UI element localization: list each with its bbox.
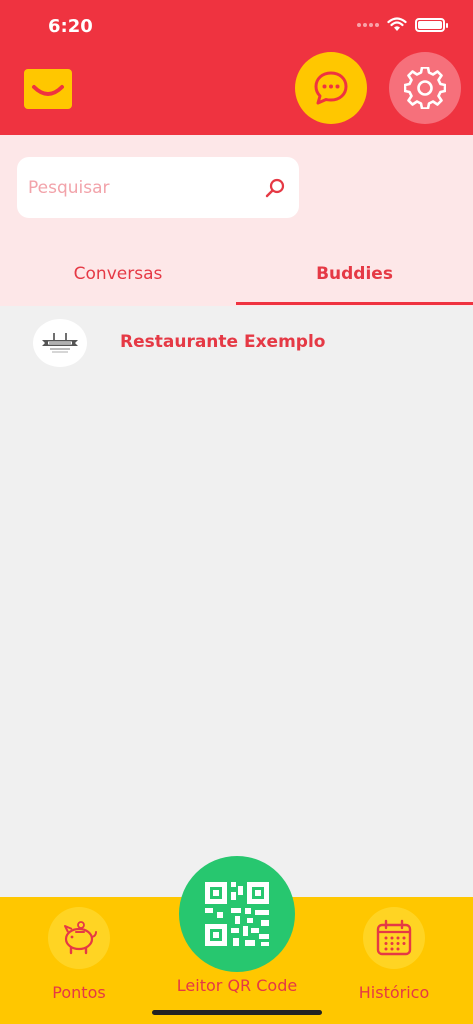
qr-code-icon [205, 882, 269, 946]
calendar-icon [363, 907, 425, 969]
wifi-icon [387, 17, 407, 31]
tab-buddies[interactable]: Buddies [236, 244, 473, 304]
active-tab-indicator [236, 302, 473, 305]
status-time: 6:20 [48, 16, 93, 37]
search-input[interactable] [28, 177, 263, 198]
search-icon[interactable] [263, 176, 287, 200]
chat-button[interactable] [295, 52, 367, 124]
chat-bubble-icon [314, 71, 348, 105]
signal-icon [357, 22, 379, 27]
nav-pontos[interactable]: Pontos [28, 897, 130, 1002]
nav-historico[interactable]: Histórico [343, 897, 445, 1002]
nav-historico-label: Histórico [358, 983, 430, 1002]
app-header: 6:20 [0, 0, 473, 135]
restaurant-logo [42, 333, 78, 353]
status-icons [357, 17, 448, 32]
search-box[interactable] [17, 157, 299, 218]
list-item[interactable]: Restaurante Exemplo [0, 312, 473, 374]
nav-pontos-label: Pontos [52, 983, 106, 1002]
qr-reader-button[interactable] [179, 856, 295, 972]
settings-button[interactable] [389, 52, 461, 124]
tab-conversas[interactable]: Conversas [0, 244, 236, 304]
home-indicator [152, 1010, 322, 1015]
nav-qr-label: Leitor QR Code [176, 976, 298, 995]
avatar [33, 319, 87, 367]
smile-logo [24, 69, 72, 109]
gear-icon [404, 67, 446, 109]
piggy-bank-icon [48, 907, 110, 969]
battery-icon [415, 17, 448, 32]
list-item-name: Restaurante Exemplo [120, 332, 326, 352]
